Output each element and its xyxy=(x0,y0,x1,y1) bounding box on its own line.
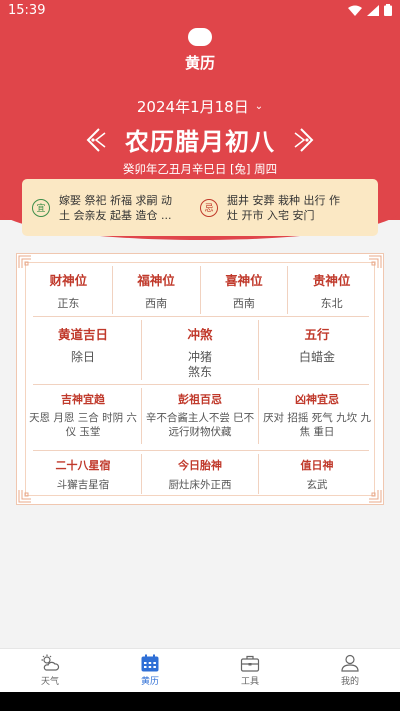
cell-label: 吉神宜趋 xyxy=(61,393,105,406)
cell-fetus-god: 今日胎神 厨灶床外正西 xyxy=(141,454,258,494)
bottom-nav: 天气 黄历 工具 我的 xyxy=(0,648,400,692)
cell-five-elements: 五行 白蜡金 xyxy=(258,320,375,380)
nav-weather[interactable]: 天气 xyxy=(0,649,100,692)
cell-clash: 冲煞 冲猪 煞东 xyxy=(141,320,258,380)
cell-label: 二十八星宿 xyxy=(55,459,111,472)
decor-right-icon[interactable] xyxy=(293,127,315,153)
nav-tools[interactable]: 工具 xyxy=(200,649,300,692)
cell-value: 冲猪 煞东 xyxy=(187,350,212,379)
nav-label: 我的 xyxy=(340,677,359,687)
cell-label: 五行 xyxy=(304,327,330,342)
nav-label: 工具 xyxy=(240,677,259,687)
cell-noble-god: 贵神位 东北 xyxy=(287,266,375,314)
gods-row: 财神位 正东 福神位 西南 喜神位 西南 贵神位 东北 xyxy=(25,266,375,314)
cell-good-spirits: 吉神宜趋 天恩 月恩 三合 时阴 六仪 玉堂 xyxy=(25,388,141,444)
wifi-icon xyxy=(348,5,362,16)
row-divider xyxy=(33,450,369,451)
status-time: 15:39 xyxy=(8,2,46,18)
yi-badge: 宜 xyxy=(32,198,50,217)
status-icons xyxy=(348,4,392,16)
cell-value: 除日 xyxy=(70,350,95,364)
cell-value: 厌对 招摇 死气 九坎 九焦 重日 xyxy=(263,412,371,438)
cell-value: 斗獬吉星宿 xyxy=(56,479,110,491)
status-bar: 15:39 xyxy=(0,0,400,20)
cell-value: 东北 xyxy=(320,297,343,310)
nav-label: 天气 xyxy=(40,677,59,687)
row-divider xyxy=(33,384,369,385)
cell-label: 凶神宜忌 xyxy=(295,393,339,406)
cell-value: 西南 xyxy=(145,297,168,310)
row-divider xyxy=(33,316,369,317)
cell-label: 贵神位 xyxy=(312,273,351,288)
selected-date: 2024年1月18日 xyxy=(136,98,249,116)
yi-text: 嫁娶 祭祀 祈福 求嗣 动土 会亲友 起基 造仓 ... xyxy=(59,193,172,222)
cell-label: 福神位 xyxy=(137,273,175,288)
cell-label: 财神位 xyxy=(49,273,88,288)
decor-left-icon[interactable] xyxy=(85,127,107,153)
ji-text: 掘井 安葬 栽种 出行 作灶 开市 入宅 安门 xyxy=(227,193,340,222)
chevron-down-icon: ⌄ xyxy=(254,101,264,112)
cell-joy-god: 喜神位 西南 xyxy=(199,266,288,314)
cell-auspicious-day: 黄道吉日 除日 xyxy=(25,320,141,380)
profile-icon xyxy=(341,654,359,672)
cell-value: 厨灶床外正西 xyxy=(168,479,232,491)
signal-icon xyxy=(367,4,379,16)
nav-almanac[interactable]: 黄历 xyxy=(100,649,200,692)
nav-profile[interactable]: 我的 xyxy=(300,649,400,692)
cell-label: 今日胎神 xyxy=(178,459,222,472)
cell-duty-god: 值日神 玄武 xyxy=(258,454,375,494)
lunar-date: 农历腊月初八 xyxy=(125,128,275,156)
battery-icon xyxy=(384,4,392,16)
yi-section: 宜 嫁娶 祭祀 祈福 求嗣 动土 会亲友 起基 造仓 ... xyxy=(32,193,200,223)
cell-label: 彭祖百忌 xyxy=(178,393,222,406)
yiji-card[interactable]: 宜 嫁娶 祭祀 祈福 求嗣 动土 会亲友 起基 造仓 ... 忌 掘井 安葬 栽… xyxy=(22,179,378,236)
date-selector[interactable]: 2024年1月18日 ⌄ xyxy=(0,96,400,117)
cell-value: 辛不合酱主人不尝 巳不远行财物伏藏 xyxy=(145,412,255,438)
cell-label: 冲煞 xyxy=(187,327,213,342)
ji-section: 忌 掘井 安葬 栽种 出行 作灶 开市 入宅 安门 xyxy=(200,193,368,223)
cell-lunar-mansion: 二十八星宿 斗獬吉星宿 xyxy=(25,454,141,494)
spirits-row: 吉神宜趋 天恩 月恩 三合 时阴 六仪 玉堂 彭祖百忌 辛不合酱主人不尝 巳不远… xyxy=(25,388,375,444)
ji-badge: 忌 xyxy=(200,198,218,217)
auspicious-row: 黄道吉日 除日 冲煞 冲猪 煞东 五行 白蜡金 xyxy=(25,320,375,380)
ganzhi-text: 癸卯年乙丑月辛巳日 [兔] 周四 xyxy=(122,162,278,176)
system-nav-bar xyxy=(0,692,400,711)
nav-label: 黄历 xyxy=(140,677,159,687)
toolbox-icon xyxy=(240,655,260,672)
cell-value: 西南 xyxy=(232,297,255,310)
page-title: 黄历 xyxy=(184,54,215,72)
cell-bad-spirits: 凶神宜忌 厌对 招摇 死气 九坎 九焦 重日 xyxy=(258,388,375,444)
cell-value: 玄武 xyxy=(306,479,328,491)
cell-label: 黄道吉日 xyxy=(57,327,108,342)
mansion-row: 二十八星宿 斗獬吉星宿 今日胎神 厨灶床外正西 值日神 玄武 xyxy=(25,454,375,494)
header-dot xyxy=(188,28,212,46)
lunar-row: 农历腊月初八 xyxy=(0,122,400,157)
cell-value: 白蜡金 xyxy=(298,350,335,364)
cell-label: 值日神 xyxy=(300,459,334,472)
almanac-panel: 财神位 正东 福神位 西南 喜神位 西南 贵神位 东北 黄道吉日 除日 冲煞 冲… xyxy=(16,253,384,505)
cell-pengzu: 彭祖百忌 辛不合酱主人不尝 巳不远行财物伏藏 xyxy=(141,388,258,444)
calendar-icon xyxy=(141,654,159,672)
cell-wealth-god: 财神位 正东 xyxy=(25,266,112,314)
cell-label: 喜神位 xyxy=(225,273,263,288)
cell-value: 天恩 月恩 三合 时阴 六仪 玉堂 xyxy=(29,412,137,438)
weather-icon xyxy=(41,654,60,671)
cell-fortune-god: 福神位 西南 xyxy=(111,266,200,314)
cell-value: 正东 xyxy=(57,297,80,310)
